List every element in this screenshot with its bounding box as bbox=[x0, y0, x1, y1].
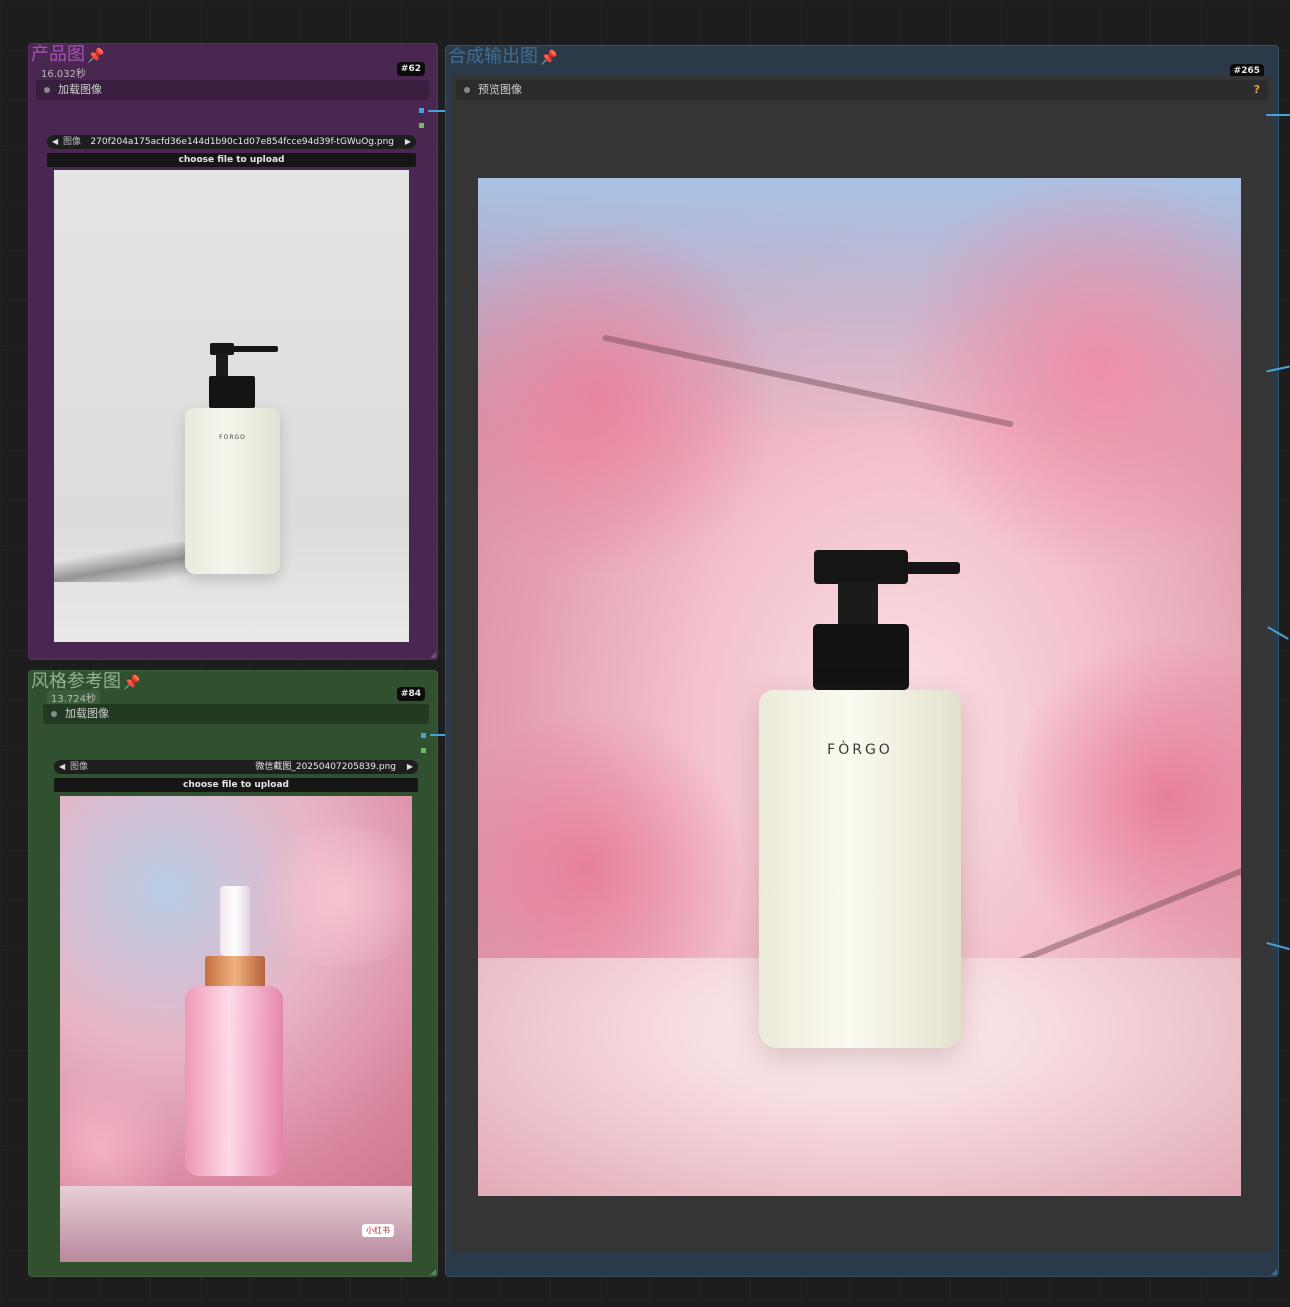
bottle-body: FORGO bbox=[185, 408, 280, 574]
node-title[interactable]: 合成输出图 📌 bbox=[448, 46, 557, 69]
bottle-brand-label: FÒRGO bbox=[827, 742, 893, 758]
bottle-pump-nozzle bbox=[232, 346, 278, 352]
serum-bottle bbox=[185, 986, 283, 1176]
watermark-badge: 小红书 bbox=[362, 1224, 394, 1237]
slot-dot-icon bbox=[464, 87, 470, 93]
arrow-left-icon[interactable]: ◀ bbox=[52, 135, 58, 149]
bottle-pump-stem bbox=[838, 582, 878, 626]
node-id-badge: #62 bbox=[396, 62, 425, 76]
bottle-cap bbox=[209, 376, 255, 408]
choose-file-upload-button[interactable]: choose file to upload bbox=[47, 153, 416, 167]
image-combo-widget[interactable]: ◀ 图像 微信截图_20250407205839.png ▶ bbox=[54, 760, 418, 774]
resize-handle[interactable] bbox=[1271, 1269, 1277, 1275]
shadow-shape bbox=[54, 542, 194, 582]
platform-surface bbox=[60, 1186, 412, 1262]
execution-time: 16.032秒 bbox=[41, 69, 86, 80]
execution-time: 13.724秒 bbox=[47, 690, 100, 705]
bottle-cap bbox=[813, 624, 909, 690]
arrow-left-icon[interactable]: ◀ bbox=[59, 760, 65, 774]
pin-icon[interactable]: 📌 bbox=[87, 45, 104, 67]
slot-dot-icon bbox=[44, 87, 50, 93]
arrow-right-icon[interactable]: ▶ bbox=[407, 760, 413, 774]
product-image-node[interactable]: 产品图 📌 16.032秒 #62 加载图像 ◀ 图像 270f204a175ac… bbox=[28, 43, 438, 660]
node-title[interactable]: 产品图 📌 bbox=[31, 44, 104, 67]
style-image-preview: 小红书 bbox=[60, 796, 412, 1262]
resize-handle[interactable] bbox=[430, 652, 436, 658]
serum-collar bbox=[205, 956, 265, 988]
serum-pump bbox=[220, 886, 250, 956]
output-wire-1[interactable] bbox=[1266, 114, 1290, 116]
output-image-preview: FÒRGO bbox=[478, 178, 1241, 1196]
pin-icon[interactable]: 📌 bbox=[540, 47, 557, 69]
choose-file-upload-button[interactable]: choose file to upload bbox=[54, 778, 418, 792]
help-icon[interactable]: ? bbox=[1254, 80, 1260, 100]
resize-handle[interactable] bbox=[430, 1269, 436, 1275]
blossom-cluster bbox=[1018, 618, 1241, 978]
output-preview-node[interactable]: 合成输出图 📌 #265 预览图像 ? FÒRGO bbox=[445, 45, 1279, 1277]
output-slot-image[interactable] bbox=[419, 108, 424, 113]
node-type-row: 加载图像 bbox=[36, 80, 429, 100]
output-slot-mask[interactable] bbox=[419, 123, 424, 128]
node-type-row: 加载图像 bbox=[43, 704, 429, 724]
output-slot-mask[interactable] bbox=[421, 748, 426, 753]
node-id-badge: #84 bbox=[396, 687, 425, 701]
bottle-body: FÒRGO bbox=[759, 690, 961, 1048]
slot-dot-icon bbox=[51, 711, 57, 717]
product-image-preview: FORGO bbox=[54, 170, 409, 642]
bottle-pump-nozzle bbox=[906, 562, 960, 574]
arrow-right-icon[interactable]: ▶ bbox=[405, 135, 411, 149]
node-type-row: 预览图像 ? bbox=[456, 80, 1268, 100]
bottle-brand-label: FORGO bbox=[219, 434, 246, 441]
pin-icon[interactable]: 📌 bbox=[123, 672, 140, 694]
blossom-blur bbox=[240, 826, 412, 966]
output-slot-image[interactable] bbox=[421, 733, 426, 738]
blossom-cluster bbox=[898, 178, 1241, 578]
bottle-pump-head bbox=[814, 550, 908, 584]
image-combo-widget[interactable]: ◀ 图像 270f204a175acfd36e144d1b90c1d07e854… bbox=[47, 135, 416, 149]
style-reference-node[interactable]: 风格参考图 📌 13.724秒 #84 加载图像 ◀ 图像 微信截图_202504… bbox=[28, 670, 438, 1277]
